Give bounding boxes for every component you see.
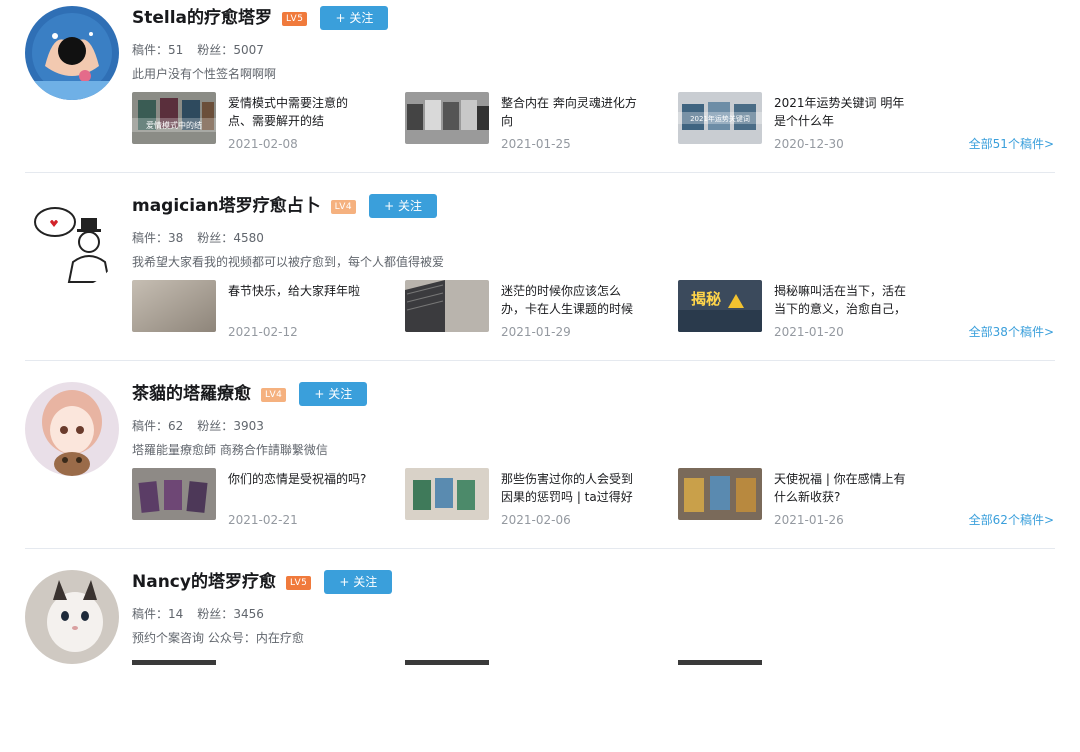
all-manuscripts-link[interactable]: 全部51个稿件> <box>969 136 1054 152</box>
video-title[interactable]: 整合内在 奔向灵魂进化方向 <box>501 94 641 130</box>
level-badge: LV5 <box>285 576 312 590</box>
fans-label: 粉丝： <box>197 231 234 245</box>
video-thumbnail[interactable] <box>132 660 216 665</box>
video-thumbnail[interactable] <box>405 660 489 665</box>
video-item[interactable]: 春节快乐，给大家拜年啦 2021-02-12 <box>132 280 402 339</box>
username[interactable]: 茶貓的塔羅療愈 LV4 + 关注 <box>132 382 368 406</box>
avatar[interactable] <box>25 570 119 664</box>
avatar[interactable] <box>25 6 119 100</box>
level-badge: LV4 <box>261 388 287 402</box>
video-item[interactable]: 整合内在 奔向灵魂进化方向 2021-01-25 <box>405 92 675 151</box>
avatar[interactable] <box>25 194 119 288</box>
username-text[interactable]: magician塔罗疗愈占卜 <box>132 196 321 216</box>
fans-count: 4580 <box>233 231 264 245</box>
video-item[interactable]: 你们的恋情是受祝福的吗? 2021-02-21 <box>132 468 402 527</box>
video-title[interactable]: 迷茫的时候你应该怎么办，卡在人生课题的时候 <box>501 282 641 318</box>
user-stats: 稿件：38 粉丝：4580 <box>132 230 264 246</box>
follow-button[interactable]: + 关注 <box>299 382 368 406</box>
video-item[interactable]: 天使祝福 | 你在感情上有什么新收获? 2021-01-26 <box>678 468 948 527</box>
video-date: 2021-01-25 <box>501 137 571 151</box>
video-item[interactable]: 爱情模式中的结 爱情模式中需要注意的点、需要解开的结 2021-02-08 <box>132 92 402 151</box>
video-title[interactable]: 爱情模式中需要注意的点、需要解开的结 <box>228 94 368 130</box>
video-date: 2021-02-12 <box>228 325 298 339</box>
signature: 塔羅能量療愈師 商務合作請聯繫微信 <box>132 443 328 457</box>
fans-label: 粉丝： <box>197 419 234 433</box>
video-item[interactable]: 揭秘 揭秘嘛叫活在当下，活在当下的意义，治愈自己， 2021-01-20 <box>678 280 948 339</box>
user-stats: 稿件：14 粉丝：3456 <box>132 606 264 622</box>
manuscripts-count: 51 <box>168 43 184 57</box>
video-item[interactable]: 那些伤害过你的人会受到因果的惩罚吗 | ta过得好 2021-02-06 <box>405 468 675 527</box>
video-title[interactable]: 2021年运势关键词 明年是个什么年 <box>774 94 914 130</box>
video-thumbnail[interactable] <box>678 660 762 665</box>
manuscripts-label: 稿件： <box>132 419 169 433</box>
divider <box>25 360 1055 361</box>
manuscripts-count: 62 <box>168 419 184 433</box>
manuscripts-label: 稿件： <box>132 43 169 57</box>
video-thumbnail[interactable] <box>405 468 489 520</box>
user-card: Stella的疗愈塔罗 LV5 + 关注 稿件：51 粉丝：5007 此用户没有个性签… <box>0 0 1080 188</box>
video-thumbnail[interactable] <box>132 468 216 520</box>
avatar[interactable] <box>25 382 119 476</box>
video-date: 2021-02-21 <box>228 513 298 527</box>
follow-button[interactable]: + 关注 <box>324 570 393 594</box>
video-thumbnail[interactable] <box>132 280 216 332</box>
user-card: Nancy的塔罗疗愈 LV5 + 关注 稿件：14 粉丝：3456 预约个案咨询 公众… <box>0 564 1080 752</box>
fans-count: 5007 <box>233 43 264 57</box>
level-badge: LV5 <box>282 12 308 26</box>
follow-button[interactable]: + 关注 <box>369 194 437 218</box>
manuscripts-count: 14 <box>168 607 184 621</box>
video-date: 2021-01-26 <box>774 513 844 527</box>
signature: 预约个案咨询 公众号：内在疗愈 <box>132 631 304 645</box>
video-date: 2021-01-20 <box>774 325 844 339</box>
video-thumbnail[interactable] <box>405 280 489 332</box>
username-text[interactable]: 茶貓的塔羅療愈 <box>132 384 251 404</box>
video-title[interactable]: 春节快乐，给大家拜年啦 <box>228 282 368 300</box>
video-thumbnail[interactable]: 揭秘 <box>678 280 762 332</box>
username[interactable]: magician塔罗疗愈占卜 LV4 + 关注 <box>132 194 437 218</box>
fans-label: 粉丝： <box>197 607 234 621</box>
user-card: magician塔罗疗愈占卜 LV4 + 关注 稿件：38 粉丝：4580 我希望大家… <box>0 188 1080 376</box>
manuscripts-label: 稿件： <box>132 231 169 245</box>
video-date: 2021-02-08 <box>228 137 298 151</box>
follow-button[interactable]: + 关注 <box>320 6 389 30</box>
video-date: 2020-12-30 <box>774 137 844 151</box>
user-stats: 稿件：51 粉丝：5007 <box>132 42 264 58</box>
video-title[interactable]: 那些伤害过你的人会受到因果的惩罚吗 | ta过得好 <box>501 470 641 506</box>
video-thumbnail[interactable] <box>405 92 489 144</box>
divider <box>25 172 1055 173</box>
video-item[interactable]: 迷茫的时候你应该怎么办，卡在人生课题的时候 2021-01-29 <box>405 280 675 339</box>
signature: 我希望大家看我的视频都可以被疗愈到，每个人都值得被爱 <box>132 255 445 269</box>
fans-count: 3456 <box>233 607 264 621</box>
svg-text:爱情模式中的结: 爱情模式中的结 <box>146 120 202 130</box>
manuscripts-label: 稿件： <box>132 607 169 621</box>
video-date: 2021-02-06 <box>501 513 571 527</box>
username-text[interactable]: Stella的疗愈塔罗 <box>132 8 272 28</box>
signature: 此用户没有个性签名啊啊啊 <box>132 67 277 81</box>
video-thumbnail[interactable]: 爱情模式中的结 <box>132 92 216 144</box>
user-card: 茶貓的塔羅療愈 LV4 + 关注 稿件：62 粉丝：3903 塔羅能量療愈師 商務合作… <box>0 376 1080 564</box>
level-badge: LV4 <box>330 200 357 214</box>
video-thumbnail[interactable]: 2021年运势关键词 <box>678 92 762 144</box>
fans-count: 3903 <box>233 419 264 433</box>
video-date: 2021-01-29 <box>501 325 571 339</box>
fans-label: 粉丝： <box>197 43 234 57</box>
all-manuscripts-link[interactable]: 全部62个稿件> <box>969 512 1054 528</box>
manuscripts-count: 38 <box>168 231 184 245</box>
video-title[interactable]: 你们的恋情是受祝福的吗? <box>228 470 368 488</box>
divider <box>25 548 1055 549</box>
username-text[interactable]: Nancy的塔罗疗愈 <box>132 572 276 592</box>
video-thumbnail[interactable] <box>678 468 762 520</box>
video-title[interactable]: 揭秘嘛叫活在当下，活在当下的意义，治愈自己， <box>774 282 914 318</box>
all-manuscripts-link[interactable]: 全部38个稿件> <box>969 324 1054 340</box>
svg-text:揭秘: 揭秘 <box>691 290 721 308</box>
user-stats: 稿件：62 粉丝：3903 <box>132 418 264 434</box>
video-item[interactable]: 2021年运势关键词 2021年运势关键词 明年是个什么年 2020-12-30 <box>678 92 948 151</box>
username[interactable]: Nancy的塔罗疗愈 LV5 + 关注 <box>132 570 393 594</box>
svg-text:2021年运势关键词: 2021年运势关键词 <box>690 114 750 123</box>
video-title[interactable]: 天使祝福 | 你在感情上有什么新收获? <box>774 470 914 506</box>
username[interactable]: Stella的疗愈塔罗 LV5 + 关注 <box>132 6 389 30</box>
